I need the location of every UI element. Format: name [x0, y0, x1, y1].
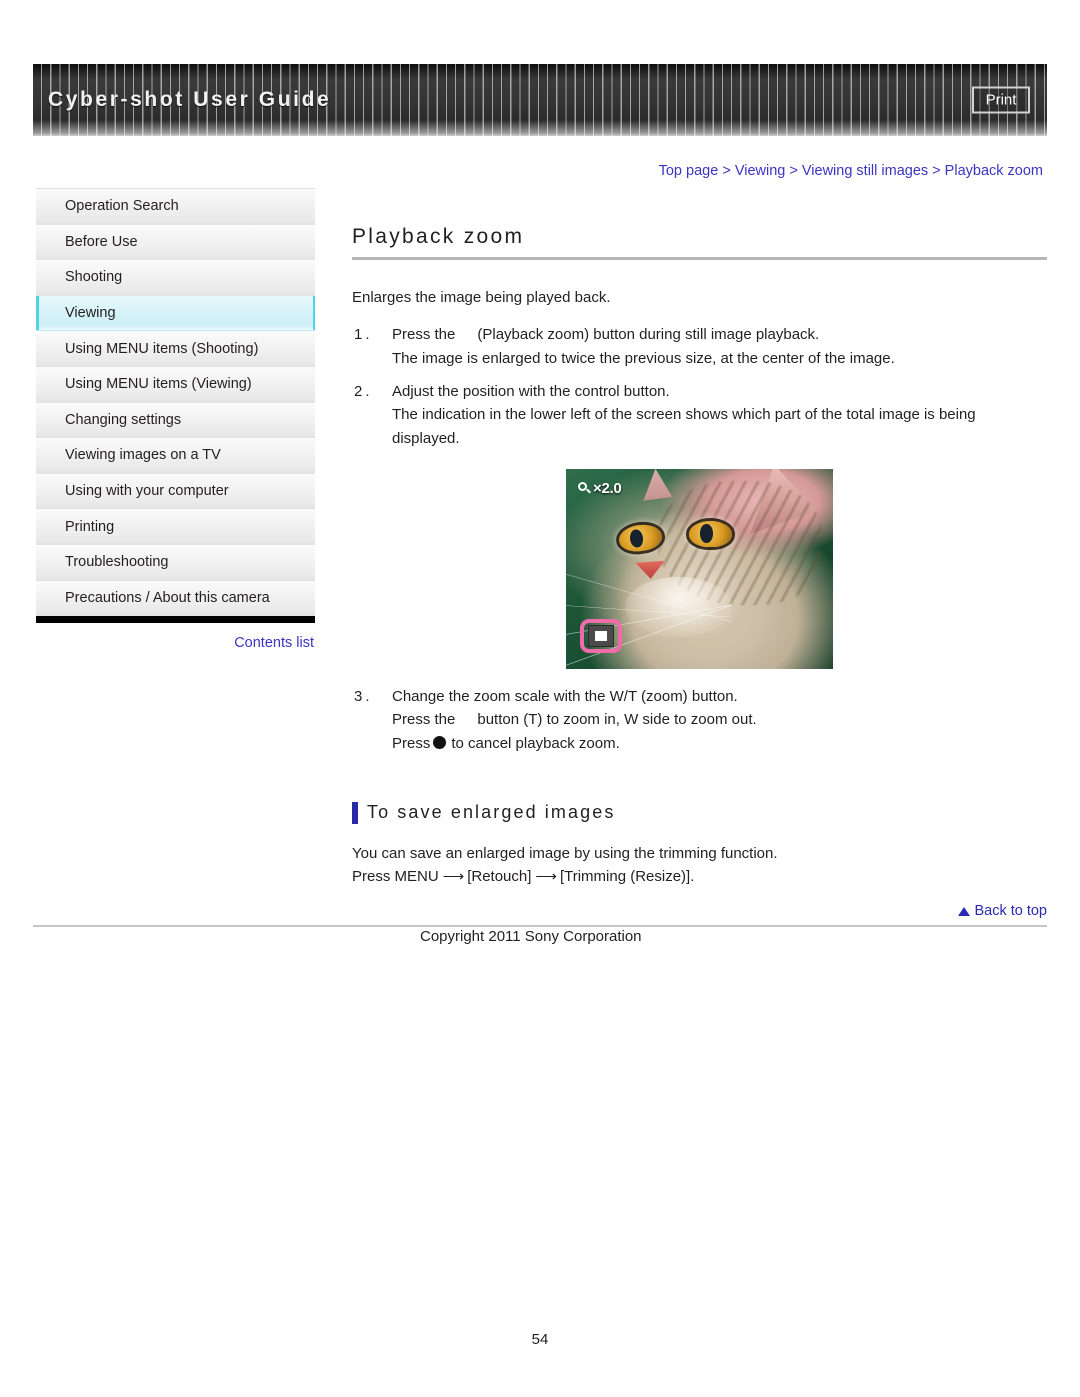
step-subtext-a-after-icon: button (T) to zoom in, W side to zoom ou…: [477, 711, 757, 729]
step-subtext-a: Press the button (T) to zoom in, W side t…: [392, 708, 1047, 732]
step-text: Adjust the position with the control but…: [392, 382, 670, 400]
save-paragraph-1: You can save an enlarged image by using …: [352, 844, 778, 862]
control-center-button-icon: [433, 736, 447, 750]
breadcrumb-item-viewing-still-images[interactable]: Viewing still images: [802, 163, 928, 179]
sidebar-item-viewing-images-on-a-tv[interactable]: Viewing images on a TV: [36, 438, 315, 474]
sidebar: Operation Search Before Use Shooting Vie…: [36, 188, 315, 651]
sidebar-item-using-with-your-computer[interactable]: Using with your computer: [36, 473, 315, 510]
sidebar-item-label: Operation Search: [65, 198, 179, 215]
title-divider: [352, 257, 1047, 260]
sidebar-item-label: Printing: [65, 518, 115, 535]
save-step-trimming: [Trimming (Resize)].: [559, 868, 695, 886]
page-number: 54: [531, 1331, 549, 1348]
breadcrumb-separator: >: [789, 163, 798, 179]
zoom-scale-indicator: ×2.0: [578, 479, 622, 497]
contents-list-link[interactable]: Contents list: [36, 635, 315, 651]
cat-ear-left: [643, 468, 673, 501]
sidebar-bottom-divider: [36, 616, 315, 624]
main-content: Playback zoom Enlarges the image being p…: [352, 225, 1047, 889]
sidebar-item-troubleshooting[interactable]: Troubleshooting: [36, 544, 315, 581]
sidebar-item-using-menu-items-shooting[interactable]: Using MENU items (Shooting): [36, 331, 315, 367]
sidebar-item-label: Viewing: [65, 305, 116, 322]
step-number: 3.: [354, 687, 373, 705]
step-item-1: 1. Press the (Playback zoom) button durin…: [352, 323, 1047, 370]
step-text-after-icon: (Playback zoom) button during still imag…: [477, 326, 820, 344]
step-subtext-b-after-disc: to cancel playback zoom.: [451, 735, 620, 753]
sidebar-item-changing-settings[interactable]: Changing settings: [36, 402, 315, 439]
save-step-retouch: [Retouch]: [467, 868, 532, 886]
subsection-heading-label: To save enlarged images: [367, 802, 616, 823]
copyright-text: Copyright 2011 Sony Corporation: [420, 928, 642, 945]
figure-playback-zoom-screen: ×2.0: [352, 468, 1047, 669]
step-item-2: 2. Adjust the position with the control …: [352, 380, 1047, 451]
arrow-right-icon: ⟶: [442, 868, 464, 886]
back-to-top-link[interactable]: Back to top: [352, 903, 1047, 919]
sidebar-item-using-menu-items-viewing[interactable]: Using MENU items (Viewing): [36, 366, 315, 403]
page-title: Playback zoom: [352, 225, 525, 248]
save-step-menu: Press MENU: [352, 868, 439, 886]
step-subtext-b-before-disc: Press: [392, 735, 431, 753]
sidebar-item-shooting[interactable]: Shooting: [36, 260, 315, 296]
sidebar-item-viewing[interactable]: Viewing: [36, 295, 315, 332]
zoom-scale-label: ×2.0: [593, 479, 622, 497]
sidebar-item-label: Using with your computer: [65, 483, 229, 500]
step-subtext-b: Press to cancel playback zoom.: [392, 732, 1047, 756]
sidebar-item-precautions-about-this-camera[interactable]: Precautions / About this camera: [36, 580, 315, 617]
step-text-before-icon: Press the: [392, 326, 456, 344]
sidebar-item-label: Precautions / About this camera: [65, 589, 270, 606]
subsection-heading: To save enlarged images: [352, 801, 1047, 824]
breadcrumb-item-top-page[interactable]: Top page: [659, 163, 719, 179]
magnifier-icon: [578, 481, 591, 495]
breadcrumb-separator: >: [932, 163, 941, 179]
arrow-right-icon: ⟶: [535, 868, 556, 886]
breadcrumb-item-viewing[interactable]: Viewing: [735, 163, 786, 179]
step-list: 1. Press the (Playback zoom) button durin…: [352, 323, 1047, 450]
print-button[interactable]: Print: [972, 86, 1030, 114]
save-paragraph-2: Press MENU ⟶ [Retouch] ⟶ [Trimming (Resize)]…: [352, 865, 1047, 888]
step-subtext-a-before-icon: Press the: [392, 711, 456, 729]
step-list-continued: 3. Change the zoom scale with the W/T (z…: [352, 685, 1047, 756]
step-subtext: The indication in the lower left of the …: [392, 406, 976, 447]
footer-divider: [33, 925, 1047, 927]
step-subtext: The image is enlarged to twice the previ…: [392, 349, 895, 367]
position-indicator-frame: [588, 624, 614, 647]
step-item-3: 3. Change the zoom scale with the W/T (z…: [352, 685, 1047, 756]
breadcrumb: Top page > Viewing > Viewing still image…: [659, 163, 1043, 179]
position-indicator: [580, 618, 622, 653]
sidebar-item-before-use[interactable]: Before Use: [36, 224, 315, 261]
sidebar-item-label: Using MENU items (Shooting): [65, 340, 259, 357]
step-text: Change the zoom scale with the W/T (zoom…: [392, 687, 738, 705]
triangle-up-icon: [958, 907, 971, 916]
subsection-accent-bar: [352, 801, 358, 824]
sidebar-item-label: Viewing images on a TV: [65, 447, 221, 464]
back-to-top-label: Back to top: [974, 903, 1047, 919]
position-indicator-region: [595, 630, 607, 641]
lead-paragraph: Enlarges the image being played back.: [352, 289, 611, 306]
app-title: Cyber-shot User Guide: [48, 88, 332, 111]
cat-pupil-right: [699, 524, 713, 543]
breadcrumb-item-playback-zoom[interactable]: Playback zoom: [945, 163, 1043, 179]
sidebar-item-label: Using MENU items (Viewing): [65, 376, 252, 393]
cat-pupil-left: [629, 528, 645, 548]
sidebar-item-label: Troubleshooting: [65, 554, 169, 571]
sidebar-nav-list: Operation Search Before Use Shooting Vie…: [36, 188, 315, 617]
sidebar-item-printing[interactable]: Printing: [36, 509, 315, 545]
camera-screen-preview: ×2.0: [566, 468, 833, 669]
sidebar-item-label: Changing settings: [65, 411, 182, 428]
step-number: 2.: [354, 382, 373, 400]
step-number: 1.: [354, 326, 373, 344]
sidebar-item-operation-search[interactable]: Operation Search: [36, 189, 315, 225]
page-header: Cyber-shot User Guide Print: [33, 64, 1047, 136]
sidebar-item-label: Before Use: [65, 233, 138, 250]
cat-eye-right: [688, 520, 732, 547]
breadcrumb-separator: >: [722, 163, 731, 179]
sidebar-item-label: Shooting: [65, 269, 123, 286]
